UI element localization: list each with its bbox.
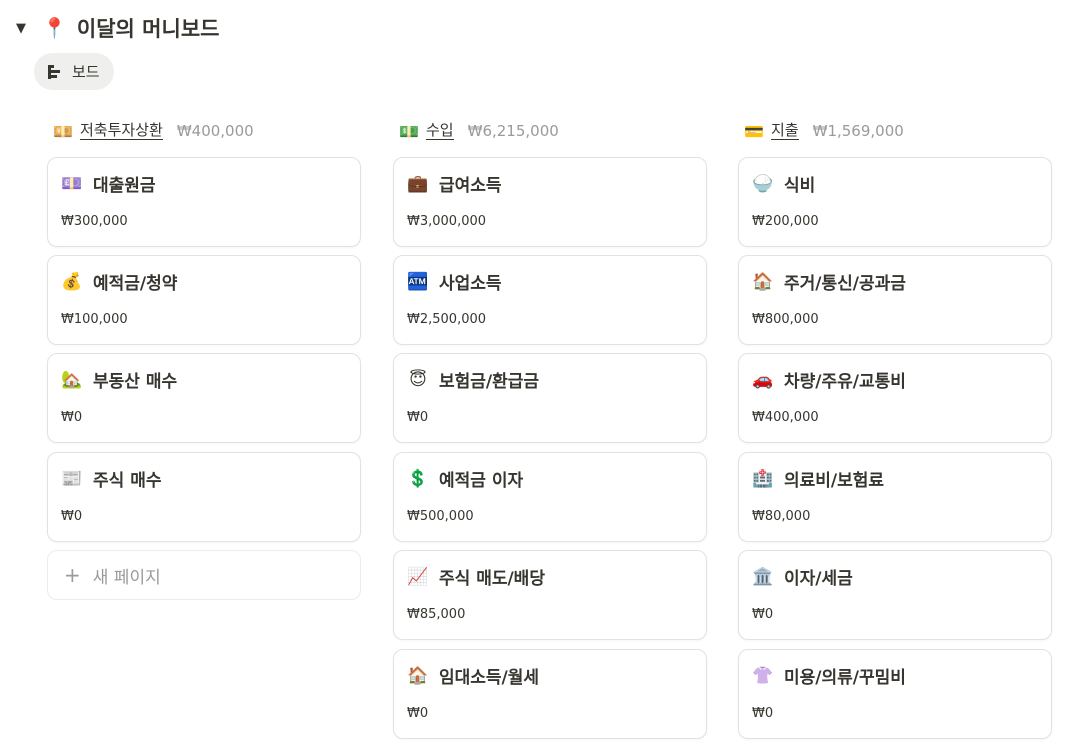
column-total: ₩1,569,000 [812,122,904,140]
dollar-sign-icon: 💲 [407,468,429,489]
card-title: 의료비/보험료 [784,471,885,491]
card-title: 대출원금 [93,176,156,196]
newspaper-icon: 📰 [61,468,83,489]
board-card[interactable]: 🍚 식비 ₩200,000 [738,157,1052,247]
briefcase-icon: 💼 [407,173,429,194]
house-icon: 🏡 [61,369,83,390]
column-title[interactable]: 지출 [771,122,799,141]
board-card[interactable]: 💼 급여소득 ₩3,000,000 [393,157,707,247]
card-title: 주거/통신/공과금 [784,274,906,294]
column-header: 💳 지출 ₩1,569,000 [738,118,1052,144]
card-title: 예적금/청약 [93,274,178,294]
blouse-icon: 👚 [752,665,774,686]
collapse-toggle-icon[interactable]: ▼ [12,19,30,37]
card-title: 차량/주유/교통비 [784,372,906,392]
card-title: 임대소득/월세 [439,668,540,688]
column-total: ₩400,000 [176,122,254,140]
dollar-banknote-icon: 💵 [399,121,419,141]
card-amount: ₩2,500,000 [407,312,487,327]
card-title: 식비 [784,176,816,196]
board-card[interactable]: 💰 예적금/청약 ₩100,000 [47,255,361,345]
home-icon: 🏠 [752,271,774,292]
board-card[interactable]: 🏡 부동산 매수 ₩0 [47,353,361,443]
column-title[interactable]: 수입 [426,122,454,141]
board-card[interactable]: 🚗 차량/주유/교통비 ₩400,000 [738,353,1052,443]
card-title: 보험금/환급금 [439,372,540,392]
pound-banknote-icon: 💷 [61,173,83,194]
card-amount: ₩200,000 [752,214,819,229]
car-icon: 🚗 [752,369,774,390]
atm-icon: 🏧 [407,271,429,292]
card-amount: ₩85,000 [407,607,466,622]
card-amount: ₩0 [61,410,83,425]
board-card[interactable]: 💲 예적금 이자 ₩500,000 [393,452,707,542]
page-title[interactable]: 이달의 머니보드 [77,13,220,43]
column-header: 💴 저축투자상환 ₩400,000 [47,118,361,144]
card-amount: ₩3,000,000 [407,214,487,229]
board-card[interactable]: 😇 보험금/환급금 ₩0 [393,353,707,443]
money-bag-icon: 💰 [61,271,83,292]
home-icon: 🏠 [407,665,429,686]
card-amount: ₩80,000 [752,509,811,524]
chart-up-icon: 📈 [407,566,429,587]
board-card[interactable]: 🏠 주거/통신/공과금 ₩800,000 [738,255,1052,345]
card-title: 미용/의류/꾸밈비 [784,668,906,688]
card-amount: ₩0 [61,509,83,524]
card-title: 부동산 매수 [93,372,178,392]
card-amount: ₩800,000 [752,312,819,327]
rice-bowl-icon: 🍚 [752,173,774,194]
card-title: 예적금 이자 [439,471,524,491]
hospital-icon: 🏥 [752,468,774,489]
board-card[interactable]: 📰 주식 매수 ₩0 [47,452,361,542]
view-tab-board[interactable]: 보드 [34,53,114,90]
card-amount: ₩300,000 [61,214,128,229]
card-title: 사업소득 [439,274,502,294]
card-amount: ₩0 [752,607,774,622]
card-title: 주식 매도/배당 [439,569,545,589]
board-card[interactable]: 🏠 임대소득/월세 ₩0 [393,649,707,739]
column-savings: 💴 저축투자상환 ₩400,000 💷 대출원금 ₩300,000 💰 예적금/청약… [47,118,361,600]
board-card[interactable]: 💷 대출원금 ₩300,000 [47,157,361,247]
column-header: 💵 수입 ₩6,215,000 [393,118,707,144]
column-expense: 💳 지출 ₩1,569,000 🍚 식비 ₩200,000 🏠 주거/통신/공과금 … [738,118,1052,739]
yen-banknote-icon: 💴 [53,121,73,141]
plus-icon: + [64,563,81,587]
card-amount: ₩0 [407,410,429,425]
view-tab-label: 보드 [72,63,100,81]
column-total: ₩6,215,000 [467,122,559,140]
column-title[interactable]: 저축투자상환 [80,122,163,141]
card-title: 급여소득 [439,176,502,196]
round-pushpin-icon: 📍 [42,16,67,40]
board-card[interactable]: 🏛️ 이자/세금 ₩0 [738,550,1052,640]
card-title: 이자/세금 [784,569,853,589]
card-title: 주식 매수 [93,471,162,491]
board-card[interactable]: 🏥 의료비/보험료 ₩80,000 [738,452,1052,542]
board-view-icon [48,64,64,80]
board-card[interactable]: 📈 주식 매도/배당 ₩85,000 [393,550,707,640]
card-amount: ₩0 [407,706,429,721]
card-amount: ₩500,000 [407,509,474,524]
card-amount: ₩0 [752,706,774,721]
column-income: 💵 수입 ₩6,215,000 💼 급여소득 ₩3,000,000 🏧 사업소득 ₩… [393,118,707,739]
board-card[interactable]: 🏧 사업소득 ₩2,500,000 [393,255,707,345]
board-header: ▼ 📍 이달의 머니보드 [12,12,219,44]
classical-building-icon: 🏛️ [752,566,774,587]
new-page-label: 새 페이지 [92,567,161,588]
card-amount: ₩400,000 [752,410,819,425]
credit-card-icon: 💳 [744,121,764,141]
angel-face-icon: 😇 [409,369,427,390]
card-amount: ₩100,000 [61,312,128,327]
board-card[interactable]: 👚 미용/의류/꾸밈비 ₩0 [738,649,1052,739]
new-page-button[interactable]: + 새 페이지 [47,550,361,600]
